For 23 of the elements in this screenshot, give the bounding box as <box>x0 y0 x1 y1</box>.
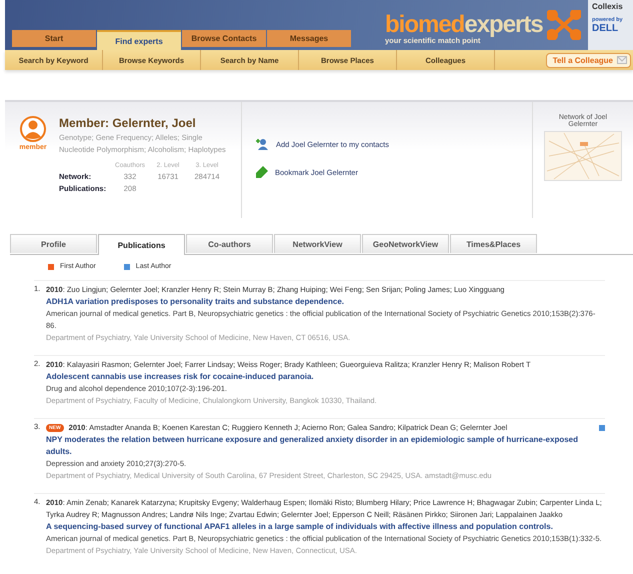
bookmark-icon <box>256 166 268 178</box>
member-name: Member: Gelernter, Joel <box>59 116 197 130</box>
publication-title-link[interactable]: Adolescent cannabis use increases risk for cocaine-induced paranoia. <box>46 371 605 383</box>
add-contact-icon <box>256 138 269 150</box>
nav-tab[interactable]: Find experts <box>97 30 181 50</box>
logo-text: experts <box>464 10 543 38</box>
logo-text: biomed <box>385 10 464 38</box>
profile-tab[interactable]: Times&Places <box>450 234 537 253</box>
publication-title-link[interactable]: A sequencing-based survey of functional APAF1 alleles in a large sample of individuals with affective illness and population controls. <box>46 521 605 533</box>
nav-tab[interactable]: Messages <box>267 30 351 47</box>
profile-tab[interactable]: Profile <box>10 234 97 253</box>
mail-icon <box>617 56 627 64</box>
profile-tab[interactable]: Co-authors <box>186 234 273 253</box>
nav-tab[interactable]: Browse Contacts <box>182 30 266 47</box>
nav-tab[interactable]: Start <box>12 30 96 47</box>
network-thumbnail-drawing[interactable] <box>544 131 622 181</box>
profile-tab[interactable]: Publications <box>98 234 185 255</box>
member-avatar-icon <box>20 116 46 142</box>
molecule-logo-icon <box>546 10 581 40</box>
publication-title-link[interactable]: ADH1A variation predisposes to personality traits and substance dependence. <box>46 296 605 308</box>
publication-title-link[interactable]: NPY moderates the relation between hurricane exposure and generalized anxiety disorder in an epidemiologic sample of hurricane-exposed adults. <box>46 434 605 458</box>
profile-tab[interactable]: NetworkView <box>274 234 361 253</box>
profile-tab[interactable]: GeoNetworkView <box>362 234 449 253</box>
